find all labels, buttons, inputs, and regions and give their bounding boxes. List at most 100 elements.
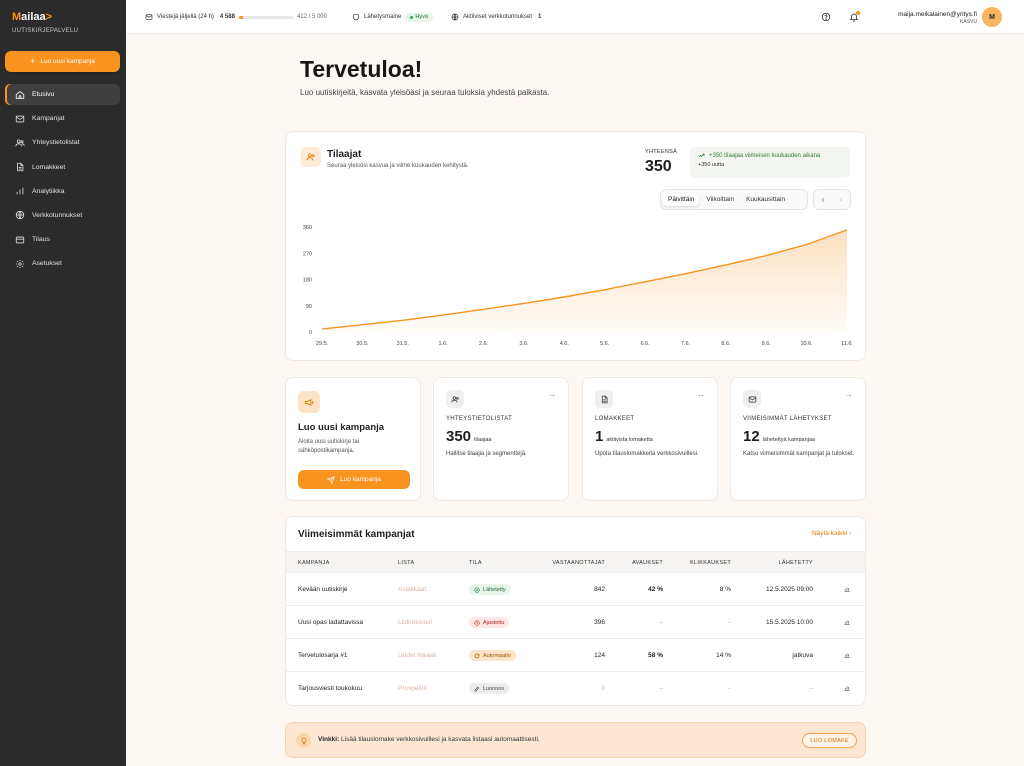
- subscribers-chart: 0 90 180 270 360 29.5. 30.5. 31.5. 1.6. 2.6. 3.6. 4…: [303, 225, 854, 347]
- page-title: Tervetuloa!: [300, 56, 423, 82]
- reputation-indicator: Lähetysmaine Hyvä: [352, 0, 433, 34]
- stats-icon[interactable]: [843, 585, 851, 593]
- notifications-button[interactable]: [847, 10, 861, 24]
- file-icon: [17, 162, 24, 172]
- new-campaign-button[interactable]: + Luo uusi kampanja: [5, 51, 120, 72]
- sidebar-item-lomakkeet[interactable]: Lomakkeet: [5, 157, 120, 178]
- table-header: KAMPANJA LISTA TILA VASTAANOTTAJAT AVAUK…: [286, 551, 865, 573]
- brand-logo[interactable]: Mailaa>: [12, 11, 52, 23]
- status-badge: Automaatio: [469, 650, 516, 661]
- table-row[interactable]: Tervetulosarja #1 Uudet tilaajat Automaa…: [286, 639, 865, 672]
- x-tick-label: 3.6.: [519, 341, 529, 347]
- recent-sends-card[interactable]: → VIIMEISIMMÄT LÄHETYKSET 12 lähetettyä k…: [730, 377, 866, 501]
- send-icon: [327, 475, 335, 484]
- refresh-icon: [474, 653, 480, 658]
- x-tick-label: 4.6.: [560, 341, 570, 347]
- x-tick-label: 9.6.: [762, 341, 772, 347]
- contact-lists-card[interactable]: → YHTEYSTIETOLISTAT 350 tilaajaa Hallitse…: [433, 377, 569, 501]
- avatar[interactable]: M: [982, 7, 1002, 27]
- notification-dot: [856, 11, 860, 15]
- y-tick-label: 270: [303, 251, 312, 257]
- arrow-right-icon: →: [548, 390, 556, 399]
- status-badge: Luonnos: [469, 683, 510, 694]
- x-tick-label: 2.6.: [479, 341, 489, 347]
- series-area: [322, 229, 847, 332]
- y-tick-label: 0: [309, 330, 312, 336]
- quota-indicator: Viestejä jäljellä (24 h) 4 588 412 / 5 0…: [145, 0, 327, 34]
- sidebar-item-kampanjat[interactable]: Kampanjat: [5, 108, 120, 129]
- create-campaign-card: Luo uusi kampanja Aloita uusi uutiskirje…: [285, 377, 421, 501]
- topbar: Viestejä jäljellä (24 h) 4 588 412 / 5 0…: [126, 0, 1024, 34]
- quota-progress-bar: [238, 15, 293, 19]
- plus-icon: +: [30, 56, 36, 66]
- sidebar-item-verkkotunnukset[interactable]: Verkkotunnukset: [5, 205, 120, 226]
- stats-icon[interactable]: [843, 651, 851, 659]
- credit-card-icon: [15, 236, 25, 243]
- quota-used: 412 / 5 000: [296, 14, 327, 20]
- check-circle-icon: [474, 586, 480, 593]
- table-row[interactable]: Uusi opas ladattavissa Liidirekisteri Aj…: [286, 606, 865, 639]
- x-tick-label: 10.6.: [800, 341, 813, 347]
- lightbulb-icon: [296, 733, 311, 748]
- forms-card[interactable]: → LOMAKKEET 1 aktiivista lomaketta Upota …: [582, 377, 718, 501]
- create-form-button[interactable]: LUO LOMAKE: [802, 733, 857, 748]
- x-tick-label: 6.6.: [640, 341, 650, 347]
- file-icon: [595, 390, 613, 408]
- x-tick-label: 1.6.: [439, 341, 449, 347]
- create-campaign-button[interactable]: Luo kampanja: [298, 470, 410, 489]
- tip-banner: Vinkki: Lisää tilauslomake verkkosivuill…: [285, 722, 866, 758]
- sidebar-item-tilaus[interactable]: Tilaus: [5, 229, 120, 250]
- users-icon: [446, 390, 464, 408]
- clock-icon: [474, 619, 480, 626]
- x-tick-label: 7.6.: [681, 341, 691, 347]
- globe-icon: [451, 13, 459, 21]
- sidebar-nav: Etusivu Kampanjat Yhteystietolistat Loma…: [5, 84, 120, 278]
- globe-icon: [15, 211, 25, 220]
- chevron-right-icon: ›: [848, 530, 851, 537]
- user-role: KASVU: [960, 19, 977, 25]
- domains-indicator: Aktiiviset verkkotunnukset 1: [451, 0, 541, 34]
- user-email[interactable]: maija.meikalainen@yritys.fi: [898, 11, 977, 18]
- status-badge: Ajastettu: [469, 617, 510, 628]
- users-icon: [15, 139, 25, 147]
- reputation-badge: Hyvä: [405, 12, 433, 22]
- x-tick-label: 8.6.: [721, 341, 731, 347]
- table-row[interactable]: Tarjousviesti toukokuu Prospektit Luonno…: [286, 672, 865, 705]
- create-campaign-desc: Aloita uusi uutiskirje tai sähköpostikam…: [298, 439, 360, 454]
- home-icon: [15, 90, 25, 99]
- y-tick-label: 360: [303, 225, 312, 231]
- brand-subtitle: UUTISKIRJEPALVELU: [12, 28, 79, 34]
- create-campaign-title: Luo uusi kampanja: [298, 422, 385, 433]
- megaphone-icon: [298, 391, 320, 413]
- status-dot-icon: [410, 15, 414, 19]
- recent-campaigns-card: Viimeisimmät kampanjat Näytä kaikki › KA…: [285, 516, 866, 706]
- quota-progress-fill: [238, 15, 244, 19]
- x-tick-label: 29.5.: [316, 341, 329, 347]
- arrow-right-icon: →: [845, 390, 853, 399]
- help-icon: [821, 12, 831, 22]
- gear-icon: [15, 259, 25, 268]
- arrow-right-icon: →: [697, 390, 705, 399]
- subscribers-card: Tilaajat Seuraa yleisösi kasvua ja viime…: [285, 131, 866, 361]
- page-subtitle: Luo uutiskirjeitä, kasvata yleisöäsi ja …: [300, 88, 550, 97]
- sidebar-item-asetukset[interactable]: Asetukset: [5, 253, 120, 274]
- sidebar-item-analytiikka[interactable]: Analytiikka: [5, 181, 120, 202]
- mail-icon: [145, 14, 153, 20]
- show-all-link[interactable]: Näytä kaikki ›: [812, 530, 851, 537]
- shield-icon: [353, 13, 359, 21]
- help-button[interactable]: [819, 10, 833, 24]
- recent-campaigns-title: Viimeisimmät kampanjat: [298, 529, 415, 540]
- y-tick-label: 180: [303, 278, 312, 284]
- stats-icon[interactable]: [843, 618, 851, 626]
- edit-icon: [474, 686, 480, 691]
- mail-icon: [15, 115, 25, 123]
- bar-chart-icon: [16, 187, 24, 195]
- x-tick-label: 30.5.: [356, 341, 369, 347]
- stats-icon[interactable]: [843, 684, 851, 692]
- mail-icon: [743, 390, 761, 408]
- status-badge: Lähetetty: [469, 584, 511, 595]
- sidebar-item-yhteystietolistat[interactable]: Yhteystietolistat: [5, 132, 120, 153]
- sidebar: Mailaa> UUTISKIRJEPALVELU + Luo uusi kam…: [0, 0, 126, 766]
- table-row[interactable]: Kevään uutiskirje Asiakkaat Lähetetty 84…: [286, 573, 865, 606]
- sidebar-item-etusivu[interactable]: Etusivu: [5, 84, 120, 105]
